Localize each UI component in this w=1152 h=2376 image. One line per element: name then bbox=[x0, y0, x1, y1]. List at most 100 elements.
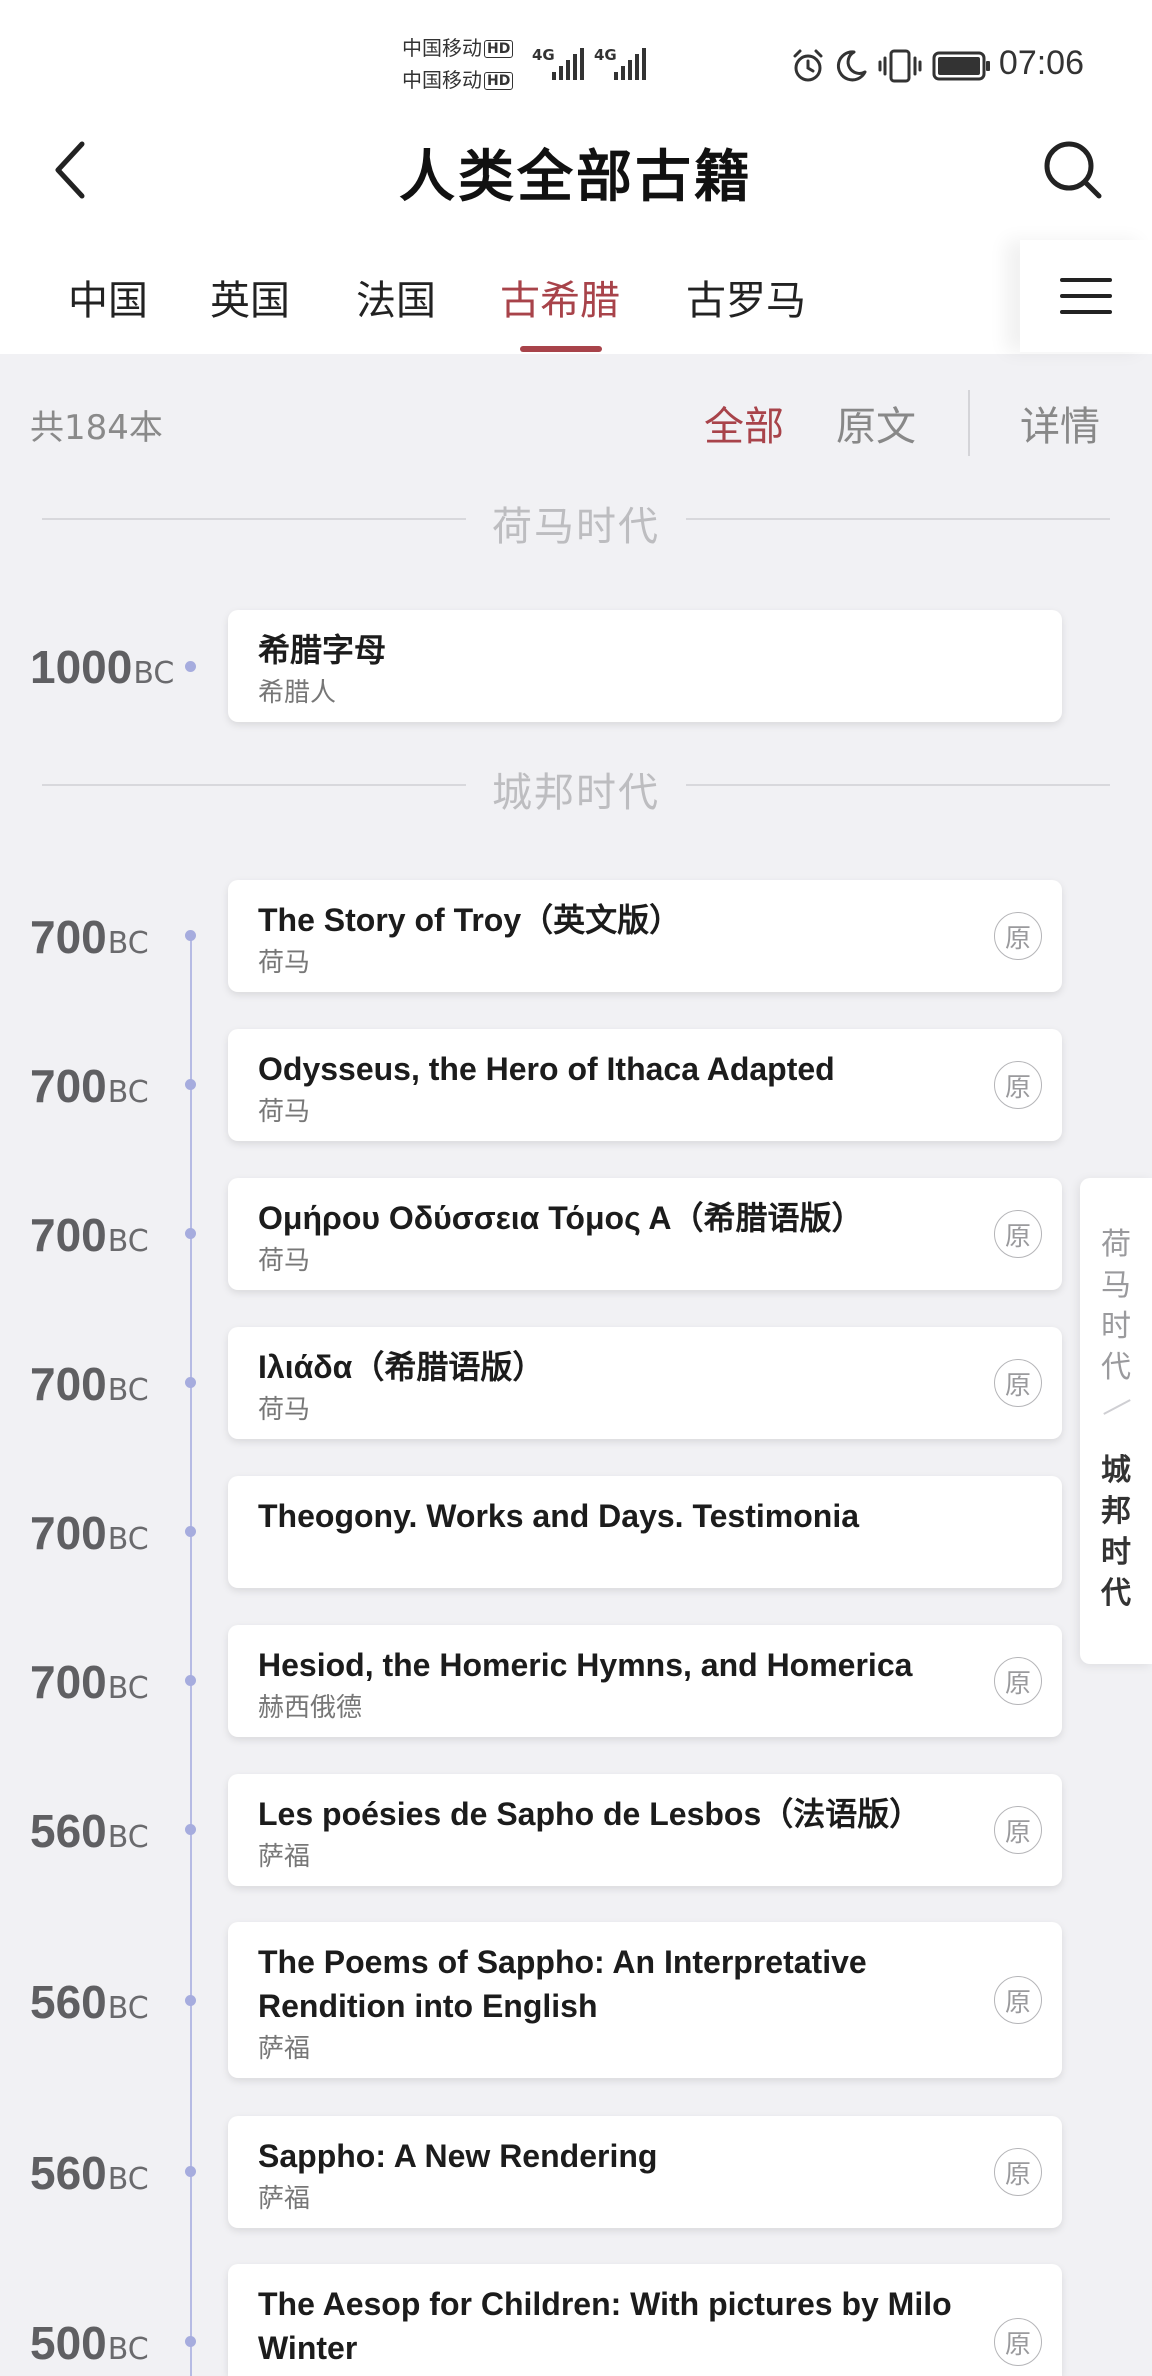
vibrate-icon bbox=[878, 49, 922, 83]
tab-china[interactable]: 中国 bbox=[68, 268, 148, 326]
original-text-badge[interactable]: 原 bbox=[994, 1976, 1042, 2024]
year-label: 700BC bbox=[30, 1506, 149, 1560]
active-tab-indicator bbox=[520, 346, 602, 352]
side-nav-char: 时 bbox=[1101, 1309, 1131, 1344]
era-divider-right bbox=[686, 784, 1110, 786]
timeline-dot bbox=[185, 1228, 196, 1239]
year-number: 700 bbox=[30, 1656, 107, 1708]
battery-icon bbox=[932, 51, 990, 81]
hd-badge: HD bbox=[484, 40, 514, 58]
filter-all[interactable]: 全部 bbox=[704, 394, 784, 452]
tab-france[interactable]: 法国 bbox=[356, 268, 436, 326]
year-number: 700 bbox=[30, 1358, 107, 1410]
year-label: 700BC bbox=[30, 910, 149, 964]
year-label: 560BC bbox=[30, 2146, 149, 2200]
original-text-badge[interactable]: 原 bbox=[994, 1061, 1042, 1109]
year-suffix: BC bbox=[107, 1522, 149, 1557]
timeline-dot bbox=[185, 930, 196, 941]
side-nav-char: 时 bbox=[1101, 1535, 1131, 1570]
book-card[interactable]: Theogony. Works and Days. Testimonia bbox=[228, 1476, 1062, 1588]
book-card[interactable]: Sappho: A New Rendering 萨福 原 bbox=[228, 2116, 1062, 2228]
timeline-dot bbox=[185, 1079, 196, 1090]
book-card[interactable]: Ιλιάδα（希腊语版） 荷马 原 bbox=[228, 1327, 1062, 1439]
alarm-icon bbox=[793, 49, 823, 82]
side-nav-separator bbox=[1103, 1399, 1131, 1415]
book-author: 荷马 bbox=[258, 1097, 311, 1127]
timeline-dot bbox=[185, 1824, 196, 1835]
year-suffix: BC bbox=[107, 1820, 149, 1855]
year-suffix: BC bbox=[107, 1671, 149, 1706]
original-text-badge[interactable]: 原 bbox=[994, 1806, 1042, 1854]
country-tabs: 中国 英国 法国 古希腊 古罗马 bbox=[0, 240, 1152, 354]
year-label: 500BC bbox=[30, 2316, 149, 2370]
era-header-homer: 荷马时代 bbox=[42, 494, 1110, 550]
side-nav-era-homer[interactable]: 荷 马 时 代 bbox=[1080, 1224, 1152, 1388]
era-header-citystate: 城邦时代 bbox=[42, 760, 1110, 816]
book-card[interactable]: The Story of Troy（英文版） 荷马 原 bbox=[228, 880, 1062, 992]
filter-original[interactable]: 原文 bbox=[836, 394, 916, 452]
year-number: 1000 bbox=[30, 641, 133, 693]
book-title: 希腊字母 bbox=[258, 632, 387, 668]
book-author: 萨福 bbox=[258, 2034, 311, 2064]
timeline-dot bbox=[185, 1675, 196, 1686]
year-suffix: BC bbox=[107, 1224, 149, 1259]
book-title: Sappho: A New Rendering bbox=[258, 2138, 658, 2174]
book-card[interactable]: Ομήρου Οδύσσεια Τόμος Α（希腊语版） 荷马 原 bbox=[228, 1178, 1062, 1290]
book-author: 赫西俄德 bbox=[258, 1693, 363, 1723]
book-title: Odysseus, the Hero of Ithaca Adapted bbox=[258, 1051, 835, 1087]
original-text-badge[interactable]: 原 bbox=[994, 1359, 1042, 1407]
year-label: 700BC bbox=[30, 1059, 149, 1113]
original-text-badge[interactable]: 原 bbox=[994, 2318, 1042, 2366]
year-suffix: BC bbox=[107, 1373, 149, 1408]
era-side-navigator[interactable]: 荷 马 时 代 城 邦 时 代 bbox=[1080, 1178, 1152, 1664]
tab-britain[interactable]: 英国 bbox=[210, 268, 290, 326]
book-author: 萨福 bbox=[258, 1842, 311, 1872]
year-label: 560BC bbox=[30, 1975, 149, 2029]
year-number: 700 bbox=[30, 911, 107, 963]
side-nav-char: 代 bbox=[1101, 1350, 1131, 1385]
year-number: 700 bbox=[30, 1209, 107, 1261]
original-text-badge[interactable]: 原 bbox=[994, 2148, 1042, 2196]
side-nav-era-citystate[interactable]: 城 邦 时 代 bbox=[1080, 1450, 1152, 1614]
year-label: 700BC bbox=[30, 1208, 149, 1262]
carrier-1: 中国移动 HD bbox=[402, 36, 514, 60]
book-card[interactable]: The Aesop for Children: With pictures by… bbox=[228, 2264, 1062, 2376]
year-number: 560 bbox=[30, 1976, 107, 2028]
tab-ancient-greece[interactable]: 古希腊 bbox=[500, 268, 620, 326]
timeline-dot bbox=[185, 1526, 196, 1537]
original-text-badge[interactable]: 原 bbox=[994, 1657, 1042, 1705]
year-label: 700BC bbox=[30, 1655, 149, 1709]
hamburger-menu-icon bbox=[1060, 278, 1112, 314]
era-divider-right bbox=[686, 518, 1110, 520]
book-author: 荷马 bbox=[258, 948, 311, 978]
book-card[interactable]: The Poems of Sappho: An Interpretative R… bbox=[228, 1922, 1062, 2078]
signal-bars-2-icon bbox=[614, 48, 646, 80]
book-author: 希腊人 bbox=[258, 678, 337, 708]
year-label: 1000BC bbox=[30, 640, 174, 694]
book-card[interactable]: 希腊字母 希腊人 bbox=[228, 610, 1062, 722]
book-card[interactable]: Les poésies de Sapho de Lesbos（法语版） 萨福 原 bbox=[228, 1774, 1062, 1886]
book-title: The Poems of Sappho: An Interpretative R… bbox=[258, 1944, 867, 2024]
year-suffix: BC bbox=[133, 656, 175, 691]
timeline-dot bbox=[185, 1377, 196, 1388]
year-number: 560 bbox=[30, 1805, 107, 1857]
timeline-dot bbox=[185, 2166, 196, 2177]
book-author: 荷马 bbox=[258, 1395, 311, 1425]
era-label: 城邦时代 bbox=[492, 770, 660, 816]
menu-button[interactable] bbox=[1020, 240, 1152, 352]
original-text-badge[interactable]: 原 bbox=[994, 1210, 1042, 1258]
year-number: 700 bbox=[30, 1060, 107, 1112]
details-button[interactable]: 详情 bbox=[1020, 394, 1100, 452]
tab-ancient-rome[interactable]: 古罗马 bbox=[686, 268, 806, 326]
year-number: 560 bbox=[30, 2147, 107, 2199]
search-button[interactable] bbox=[1038, 130, 1108, 210]
book-card[interactable]: Hesiod, the Homeric Hymns, and Homerica … bbox=[228, 1625, 1062, 1737]
book-title: Hesiod, the Homeric Hymns, and Homerica bbox=[258, 1647, 913, 1683]
side-nav-char: 代 bbox=[1101, 1576, 1131, 1611]
year-label: 700BC bbox=[30, 1357, 149, 1411]
book-card[interactable]: Odysseus, the Hero of Ithaca Adapted 荷马 … bbox=[228, 1029, 1062, 1141]
timeline-line bbox=[190, 936, 192, 2376]
book-author: 萨福 bbox=[258, 2184, 311, 2214]
original-text-badge[interactable]: 原 bbox=[994, 912, 1042, 960]
moon-icon bbox=[836, 50, 867, 82]
